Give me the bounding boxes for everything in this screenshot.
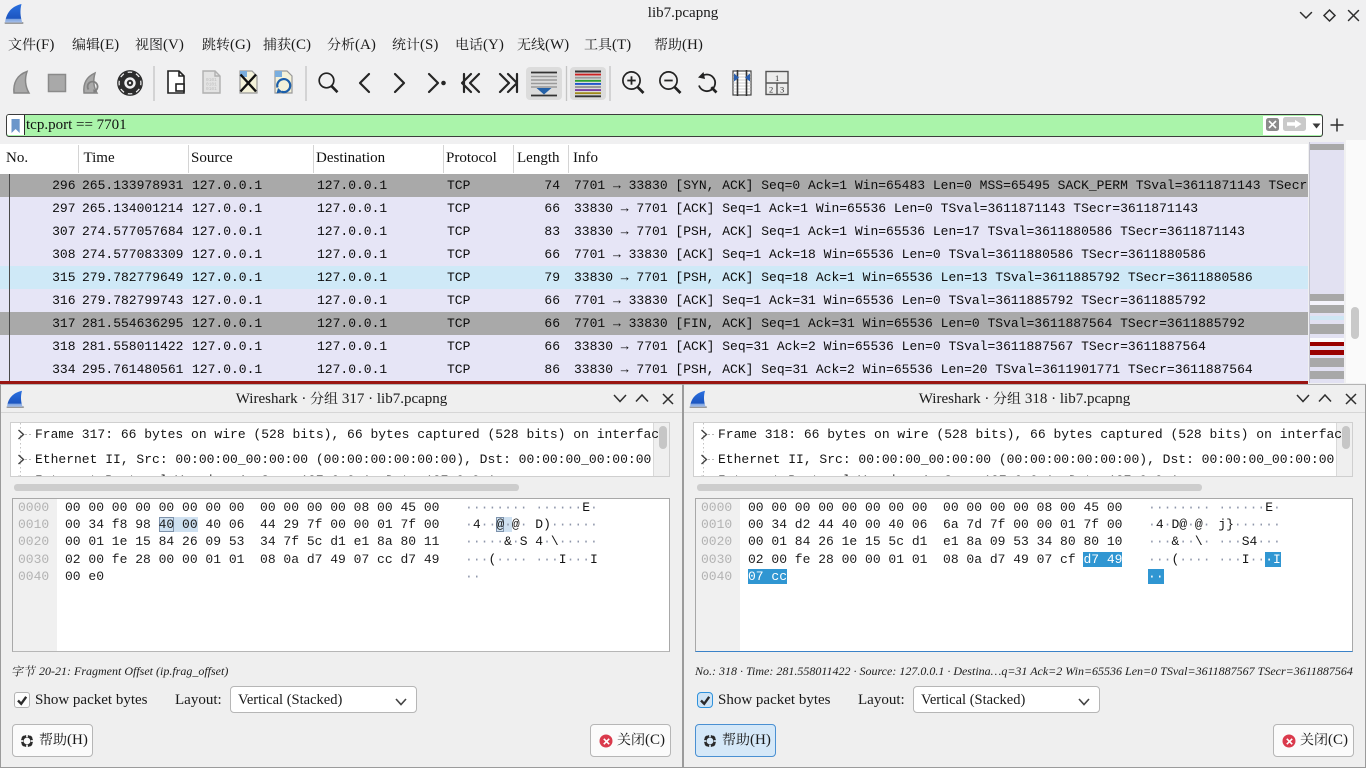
svg-text:3: 3 — [780, 85, 784, 95]
svg-text:1: 1 — [775, 73, 779, 83]
svg-text:2: 2 — [769, 85, 773, 95]
svg-text:0101: 0101 — [206, 86, 217, 92]
